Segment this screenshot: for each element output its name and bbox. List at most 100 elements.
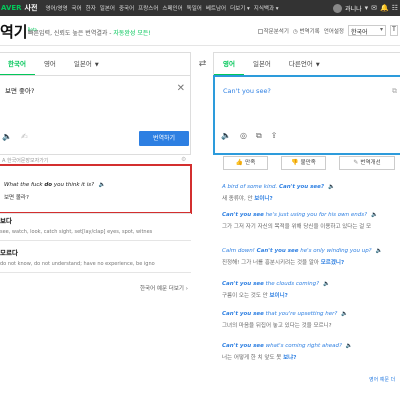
user-name[interactable]: 과니나 xyxy=(345,4,362,13)
share-icon[interactable]: ⇪ xyxy=(271,131,278,141)
source-text-panel[interactable]: 보면 좋아? ✕ 🔈 ✍ 번역하기 xyxy=(0,75,191,155)
examples-header: A 한국어문장모자가기 xyxy=(2,158,49,164)
chevron-down-icon: ▼ xyxy=(315,62,320,68)
option-label: 작문분석기 xyxy=(263,28,289,35)
option-language-settings[interactable]: 언어설정 xyxy=(324,27,344,35)
settings-icon[interactable]: ⚙ xyxy=(181,156,186,163)
example-korean: 새 종류야, 안 보이니? xyxy=(222,194,400,202)
target-language-tab[interactable]: 일본어 xyxy=(244,52,280,76)
example-keyword: 보이니? xyxy=(269,293,288,299)
example-sentence[interactable]: Can't you see the clouds coming? 🔈 구름이 오는 … xyxy=(222,281,400,299)
speaker-icon[interactable]: 🔈 xyxy=(323,281,330,287)
dictionary-entry[interactable]: 보다 see, watch, look, catch sight, set[la… xyxy=(0,215,190,235)
target-language-tab[interactable]: 영어 xyxy=(214,52,244,76)
target-language-tab[interactable]: 다른언어 ▼ xyxy=(280,52,329,76)
speaker-icon[interactable]: 🔈 xyxy=(221,131,231,141)
nav-link[interactable]: 중국어 xyxy=(119,4,134,12)
improve-translation-button[interactable]: ✎ 번역개선 xyxy=(339,156,395,170)
example-text: 그가 그저 자기 자신의 목적을 위해 당신을 이용하고 있다는 걸 모 xyxy=(222,224,372,230)
nav-link[interactable]: 프랑스어 xyxy=(138,4,158,12)
option-label: 번역기록 xyxy=(299,28,320,35)
checkbox-icon[interactable] xyxy=(257,28,263,34)
example-korean: 구름이 오는 것도 안 보이니? xyxy=(222,291,400,299)
example-english: Can't you see he's just using you for hi… xyxy=(222,212,400,218)
example-english: What the fuck do you think it is? 🔈 xyxy=(4,182,106,188)
mail-icon[interactable]: ✉ xyxy=(371,4,377,12)
more-korean-examples-link[interactable]: 한국어 예문 더보기 › xyxy=(140,284,188,292)
example-text: what's coming right ahead? xyxy=(263,343,342,349)
nav-link[interactable]: 독일어 xyxy=(187,4,202,12)
clear-text-icon[interactable]: ✕ xyxy=(177,83,185,94)
example-sentence[interactable]: Can't you see what's coming right ahead?… xyxy=(222,343,400,361)
source-language-tab[interactable]: 영어 xyxy=(35,52,65,76)
swap-languages-icon[interactable]: ⇄ xyxy=(194,56,211,72)
entry-headword[interactable]: 보다 xyxy=(0,215,190,225)
copy-icon[interactable]: ⧉ xyxy=(392,87,397,96)
nav-link[interactable]: 영어/영영 xyxy=(45,4,67,12)
nav-link[interactable]: 지식백과 ▾ xyxy=(254,4,279,12)
source-input[interactable]: 보면 좋아? xyxy=(5,85,34,95)
speaker-icon[interactable]: 🔈 xyxy=(2,132,12,141)
feedback-bad-button[interactable]: 👎 불만족 xyxy=(281,156,326,170)
source-language-tabs: 한국어 영어 일본어 ▼ xyxy=(0,52,191,76)
speaker-icon[interactable]: 🔈 xyxy=(376,248,383,254)
example-text: 진정해! 그가 너를 흥분시키려는 것을 알아 xyxy=(222,260,321,266)
example-sentence[interactable]: Can't you see he's just using you for hi… xyxy=(222,212,400,230)
brand-text: AVER xyxy=(1,4,22,12)
example-text: 너는 어떻게 한 치 앞도 못 xyxy=(222,355,284,361)
user-menu-chevron-icon[interactable]: ▾ xyxy=(365,4,369,12)
example-keyword: Can't you see xyxy=(256,248,299,254)
user-area: 과니나 ▾ ✉ 🔔 ☷ xyxy=(333,0,398,16)
translate-button[interactable]: 번역하기 xyxy=(139,131,189,146)
nav-link[interactable]: 한자 xyxy=(86,4,96,12)
nav-link[interactable]: 더보기 ▾ xyxy=(230,4,250,12)
source-language-tab[interactable]: 한국어 xyxy=(0,52,35,76)
example-keyword: 모르겠니? xyxy=(320,260,345,266)
dictionary-links: 영어/영영 국어 한자 일본어 중국어 프랑스어 스페인어 독일어 베트남어 더보기 ▾ 지식백과 … xyxy=(45,4,278,12)
example-text: the clouds coming? xyxy=(263,281,320,287)
handwriting-icon[interactable]: ✍ xyxy=(21,132,28,141)
tab-label: 영어 xyxy=(43,60,56,68)
example-keyword: Can't you see? xyxy=(279,184,325,190)
entry-headword[interactable]: 모르다 xyxy=(0,247,190,257)
nav-link[interactable]: 베트남어 xyxy=(206,4,226,12)
nav-link[interactable]: 국어 xyxy=(72,4,82,12)
divider xyxy=(0,272,191,273)
option-label: 언어설정 xyxy=(323,28,344,35)
example-keyword: 보이니? xyxy=(254,196,273,202)
example-sentence[interactable]: Can't you see that you're upsetting her?… xyxy=(222,311,400,329)
source-language-tab[interactable]: 일본어 ▼ xyxy=(65,52,108,76)
bell-icon[interactable]: 🔔 xyxy=(380,4,389,12)
naver-brand-logo[interactable]: AVER 사전 xyxy=(0,3,37,13)
speaker-icon[interactable]: 🔈 xyxy=(99,182,106,188)
dictionary-entry[interactable]: 모르다 do not know, do not understand; have… xyxy=(0,247,190,267)
example-sentence[interactable]: A bird of some kind. Can't you see? 🔈 새 종류… xyxy=(222,184,400,202)
dictionary-label[interactable]: 사전 xyxy=(25,4,38,12)
nav-link[interactable]: 스페인어 xyxy=(162,4,182,12)
more-link-label: 한국어 예문 더보기 xyxy=(140,286,184,292)
feedback-label: 번역개선 xyxy=(360,160,381,166)
avatar[interactable] xyxy=(333,3,343,13)
nav-link[interactable]: 일본어 xyxy=(100,4,115,12)
apps-grid-icon[interactable]: ☷ xyxy=(392,4,398,12)
voice-recognition-icon[interactable]: ◎ xyxy=(240,131,247,141)
option-history[interactable]: ◷ 번역기록 xyxy=(293,27,320,35)
speaker-icon[interactable]: 🔈 xyxy=(328,184,335,190)
example-korean: 그가 그저 자기 자신의 목적을 위해 당신을 이용하고 있다는 걸 모 xyxy=(222,222,400,230)
speaker-icon[interactable]: 🔈 xyxy=(341,311,348,317)
speaker-icon[interactable]: 🔈 xyxy=(371,212,378,218)
text-size-button[interactable]: T xyxy=(390,25,398,36)
option-analyzer[interactable]: 작문분석기 xyxy=(257,27,289,35)
feedback-good-button[interactable]: 👍 만족 xyxy=(223,156,268,170)
highlighted-example[interactable]: What the fuck do you think it is? 🔈 보면 몰… xyxy=(0,164,192,214)
example-english: Can't you see the clouds coming? 🔈 xyxy=(222,281,400,287)
divider xyxy=(0,213,191,214)
copy-icon[interactable]: ⧉ xyxy=(256,131,262,141)
target-tools: 🔈 ◎ ⧉ ⇪ xyxy=(221,131,277,141)
more-english-examples-link[interactable]: 영어 예문 더 xyxy=(369,376,395,383)
example-english: Calm down! Can't you see he's only windi… xyxy=(222,248,400,254)
language-select[interactable]: 한국어 xyxy=(348,25,386,36)
example-keyword: Can't you see xyxy=(222,343,264,349)
speaker-icon[interactable]: 🔈 xyxy=(346,343,353,349)
example-sentence[interactable]: Calm down! Can't you see he's only windi… xyxy=(222,248,400,266)
